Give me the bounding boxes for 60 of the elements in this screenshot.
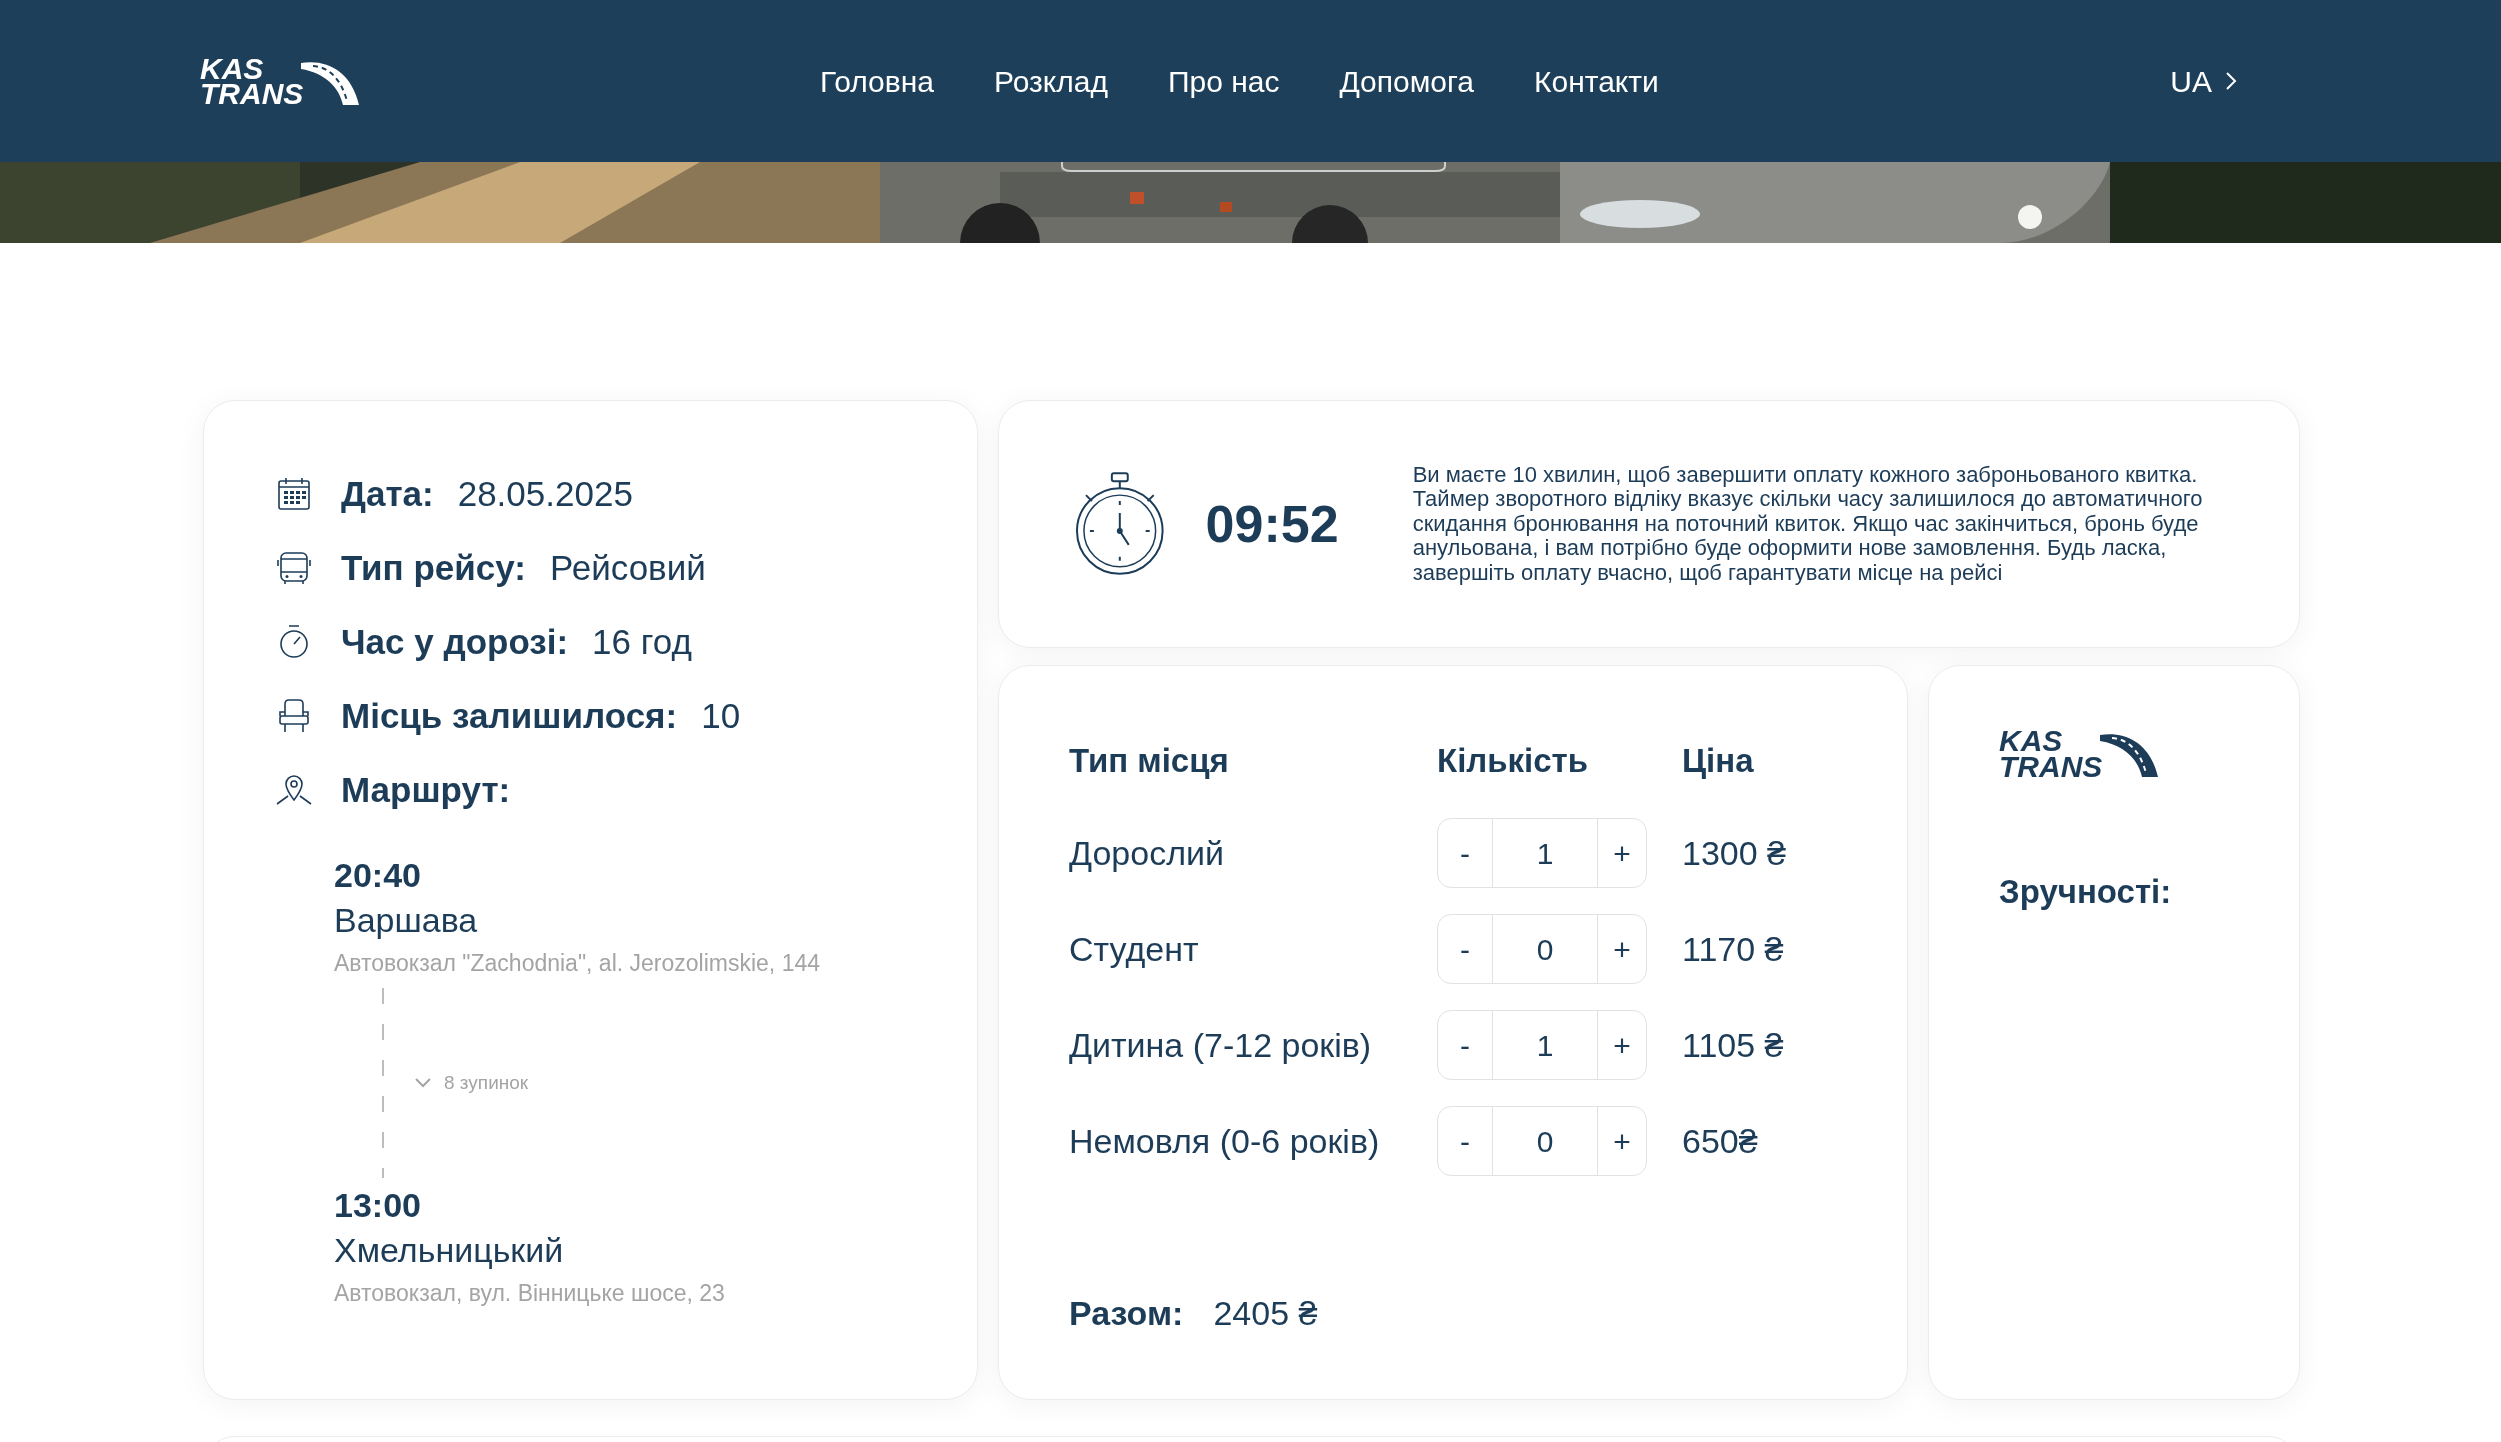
departure-time: 20:40 [334, 855, 422, 896]
total-label: Разом: [1069, 1293, 1184, 1334]
quantity-field[interactable]: 0 [1492, 1107, 1598, 1175]
ticket-price: 1170 ₴ [1682, 928, 1785, 970]
timer-notice: Ви маєте 10 хвилин, щоб завершити оплату кожного заброньованого квитка. Таймер зворотного відліку вказує скільки часу залишилося до автоматичного скидання бронювання на поточний квиток. Якщо час закінчиться, бронь буде анульована, і вам потрібно буде оформити нове замовлення. Будь ласка, завершіть оплату вчасно, щоб гарантувати місце на рейсі [1412, 462, 2204, 586]
ticket-price: 1300 ₴ [1682, 832, 1787, 874]
calendar-icon [276, 476, 312, 512]
arrival-time: 13:00 [334, 1185, 422, 1226]
field-value: 10 [701, 694, 741, 737]
nav-link[interactable]: Головна [820, 58, 934, 104]
logo-text: KAS [200, 55, 264, 81]
nav-link[interactable]: Допомога [1339, 58, 1474, 104]
quantity-field[interactable]: 1 [1492, 819, 1598, 887]
city-name: Варшава [334, 900, 479, 941]
quantity-field[interactable]: 0 [1492, 915, 1598, 983]
map-pin-icon [276, 772, 312, 808]
field-label: Дата: [341, 472, 434, 515]
chevron-down-icon [414, 1077, 432, 1089]
ticket-price: 1105 ₴ [1682, 1024, 1785, 1066]
field-value: Рейсовий [549, 546, 706, 589]
decrement-button[interactable]: - [1438, 1107, 1492, 1175]
seat-icon [276, 698, 312, 734]
language-selector[interactable]: UA [2170, 58, 2238, 104]
nav-link[interactable]: Розклад [994, 58, 1108, 104]
field-label: Маршрут: [341, 768, 511, 811]
amenities-title: Зручності: [1999, 872, 2173, 912]
countdown-timer: 09:52 [1205, 494, 1340, 555]
station-address: Автовокзал, вул. Вінницьке шосе, 23 [334, 1279, 726, 1308]
field-value: 16 год [592, 620, 692, 663]
field-label: Час у дорозі: [341, 620, 569, 663]
increment-button[interactable]: + [1598, 915, 1646, 983]
logo-text: TRANS [200, 81, 304, 107]
column-header: Кількість [1437, 741, 1590, 781]
bus-icon [276, 550, 312, 586]
increment-button[interactable]: + [1598, 1107, 1646, 1175]
decrement-button[interactable]: - [1438, 915, 1492, 983]
quantity-field[interactable]: 1 [1492, 1011, 1598, 1079]
ticket-type: Студент [1069, 928, 1200, 970]
logo-text: KAS [1999, 728, 2064, 754]
column-header: Ціна [1682, 741, 1755, 781]
decrement-button[interactable]: - [1438, 1011, 1492, 1079]
decrement-button[interactable]: - [1438, 819, 1492, 887]
logo-text: TRANS [1999, 753, 2103, 779]
increment-button[interactable]: + [1598, 819, 1646, 887]
stopwatch-icon [1074, 471, 1166, 577]
chevron-right-icon [2224, 70, 2238, 92]
city-name: Хмельницький [334, 1230, 565, 1271]
field-label: Тип рейсу: [341, 546, 526, 589]
ticket-type: Дорослий [1069, 832, 1225, 874]
increment-button[interactable]: + [1598, 1011, 1646, 1079]
ticket-price: 650₴ [1682, 1120, 1759, 1162]
ticket-type: Немовля (0-6 років) [1069, 1120, 1381, 1162]
field-label: Місць залишилося: [341, 694, 678, 737]
total-price: 2405 ₴ [1213, 1293, 1318, 1334]
station-address: Автовокзал "Zachodnia", al. Jerozolimskie, 144 [334, 949, 821, 978]
nav-link[interactable]: Контакти [1534, 58, 1659, 104]
field-value: 28.05.2025 [457, 472, 633, 515]
ticket-type: Дитина (7-12 років) [1069, 1024, 1373, 1066]
nav-link[interactable]: Про нас [1167, 58, 1280, 104]
column-header: Тип місця [1069, 741, 1230, 781]
